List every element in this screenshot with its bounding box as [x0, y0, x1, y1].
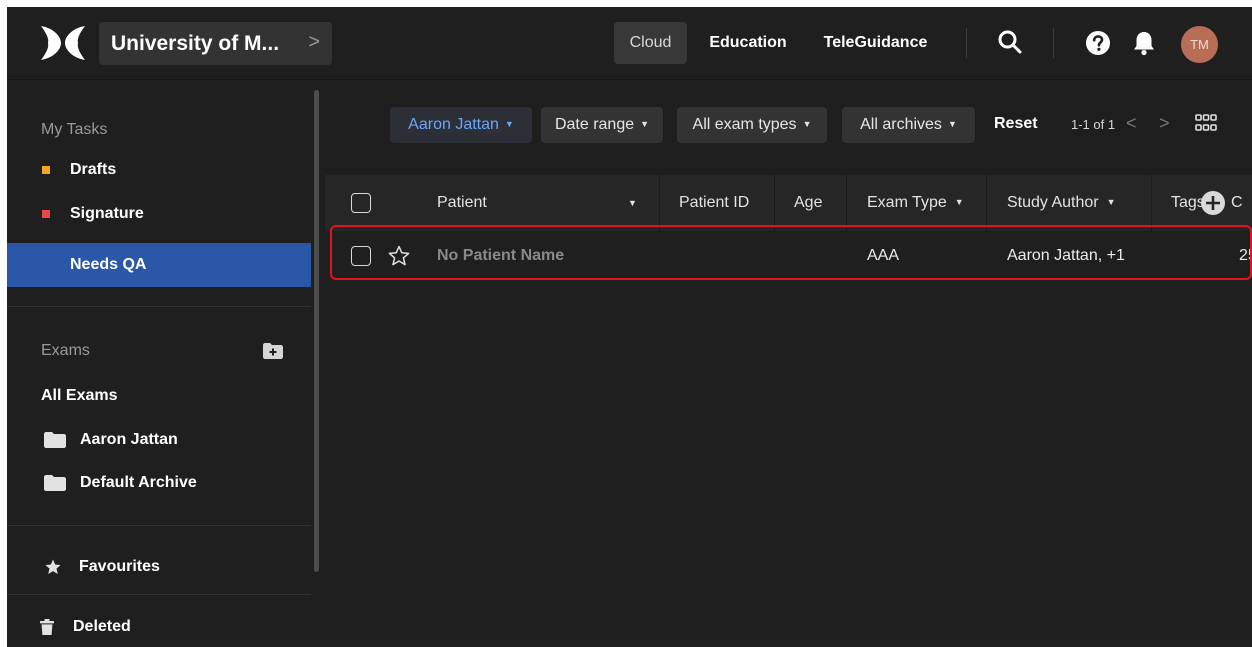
exam-type-filter-dropdown[interactable]: All exam types ▼ — [677, 107, 827, 143]
column-header-exam-type[interactable]: Exam Type ▼ — [867, 175, 964, 231]
column-header-study-author[interactable]: Study Author ▼ — [1007, 175, 1116, 231]
tab-teleguidance[interactable]: TeleGuidance — [813, 22, 938, 64]
sidebar-item-label: Aaron Jattan — [80, 431, 178, 448]
folder-icon — [44, 475, 66, 491]
sidebar-scrollbar[interactable] — [314, 90, 319, 572]
column-divider — [659, 175, 660, 231]
date-range-filter-dropdown[interactable]: Date range ▼ — [541, 107, 663, 143]
avatar[interactable]: TM — [1181, 26, 1218, 63]
star-outline-icon[interactable] — [388, 245, 410, 267]
top-bar: University of M... > Cloud Education Tel… — [7, 7, 1252, 80]
cell-study-author: Aaron Jattan, +1 — [1007, 247, 1125, 264]
org-name: University of M... — [111, 31, 280, 55]
divider — [966, 28, 967, 58]
help-icon[interactable] — [1086, 31, 1110, 55]
caret-down-icon: ▼ — [954, 197, 964, 207]
divider — [1053, 28, 1054, 58]
sidebar-item-label: Drafts — [70, 161, 117, 178]
column-header-age[interactable]: Age — [794, 175, 822, 231]
divider — [7, 306, 311, 307]
new-folder-icon[interactable] — [263, 343, 283, 359]
column-label: Study Author — [1007, 194, 1099, 211]
tab-education[interactable]: Education — [699, 22, 797, 64]
select-all-checkbox[interactable] — [351, 193, 371, 213]
column-label: Exam Type — [867, 194, 947, 211]
divider — [7, 525, 311, 526]
caret-down-icon: ▼ — [504, 119, 514, 129]
sidebar-item-signature[interactable]: Signature — [7, 192, 311, 236]
divider — [7, 594, 311, 595]
tab-cloud[interactable]: Cloud — [614, 22, 687, 64]
caret-down-icon: ▼ — [802, 119, 812, 129]
sidebar-item-label: Favourites — [79, 558, 160, 575]
filter-label: All archives — [860, 116, 942, 133]
cell-truncated: 25 — [1239, 247, 1252, 264]
search-icon[interactable] — [997, 29, 1023, 55]
filter-label: All exam types — [692, 116, 797, 133]
my-tasks-heading: My Tasks — [41, 121, 108, 138]
caret-down-icon[interactable]: ▼ — [628, 175, 637, 231]
trash-icon — [40, 619, 54, 635]
column-header-tags[interactable]: Tags — [1171, 175, 1205, 231]
sidebar-item-label: Default Archive — [80, 474, 197, 491]
column-divider — [986, 175, 987, 231]
grid-view-icon[interactable] — [1195, 113, 1217, 135]
exams-heading: Exams — [41, 342, 90, 359]
signature-marker — [42, 210, 50, 218]
drafts-marker — [42, 166, 50, 174]
column-header-patient-id[interactable]: Patient ID — [679, 175, 749, 231]
column-divider — [1151, 175, 1152, 231]
sidebar: My Tasks Drafts Signature Needs QA Exams… — [7, 81, 319, 647]
column-header-patient[interactable]: Patient — [437, 175, 487, 231]
sidebar-item-label: Needs QA — [70, 256, 147, 273]
sidebar-item-label: All Exams — [41, 387, 118, 404]
caret-down-icon: ▼ — [640, 119, 650, 129]
add-column-icon[interactable] — [1201, 191, 1225, 215]
author-filter-dropdown[interactable]: Aaron Jattan ▼ — [390, 107, 532, 143]
table-header: Patient ▼ Patient ID Age Exam Type ▼ Stud… — [325, 175, 1252, 231]
sidebar-item-label: Signature — [70, 205, 144, 222]
chevron-right-icon: > — [308, 31, 320, 53]
column-label: Patient — [437, 194, 487, 211]
cell-patient: No Patient Name — [437, 247, 565, 264]
column-header-truncated[interactable]: C — [1231, 175, 1243, 231]
archive-filter-dropdown[interactable]: All archives ▼ — [842, 107, 975, 143]
caret-down-icon: ▼ — [947, 119, 957, 129]
main-content: Aaron Jattan ▼ Date range ▼ All exam types… — [325, 81, 1252, 647]
filter-label: Date range — [554, 116, 635, 133]
folder-icon — [44, 432, 66, 448]
column-divider — [846, 175, 847, 231]
sidebar-item-deleted[interactable]: Deleted — [7, 605, 311, 647]
sidebar-item-folder-aaron-jattan[interactable]: Aaron Jattan — [7, 418, 311, 462]
pagination-text: 1-1 of 1 — [1071, 117, 1116, 132]
bell-icon[interactable] — [1133, 30, 1155, 56]
sidebar-item-needs-qa[interactable]: Needs QA — [7, 243, 311, 287]
chevron-left-icon[interactable]: < — [1126, 113, 1137, 134]
sidebar-item-all-exams[interactable]: All Exams — [7, 374, 311, 418]
row-checkbox[interactable] — [351, 246, 371, 266]
sidebar-item-folder-default-archive[interactable]: Default Archive — [7, 461, 311, 505]
table-row[interactable]: No Patient Name AAA Aaron Jattan, +1 25 — [325, 231, 1252, 281]
sidebar-item-favourites[interactable]: Favourites — [7, 545, 311, 589]
reset-button[interactable]: Reset — [994, 115, 1038, 133]
filter-label: Aaron Jattan — [408, 116, 499, 133]
column-divider — [774, 175, 775, 231]
chevron-right-icon[interactable]: > — [1159, 113, 1170, 134]
org-switcher[interactable]: University of M... > — [99, 22, 332, 65]
app-window: University of M... > Cloud Education Tel… — [7, 7, 1252, 647]
cell-exam-type: AAA — [867, 247, 900, 264]
sidebar-item-drafts[interactable]: Drafts — [7, 148, 311, 192]
butterfly-logo-icon[interactable] — [39, 24, 87, 62]
caret-down-icon: ▼ — [1106, 197, 1116, 207]
sidebar-item-label: Deleted — [73, 618, 131, 635]
star-icon — [45, 559, 61, 574]
